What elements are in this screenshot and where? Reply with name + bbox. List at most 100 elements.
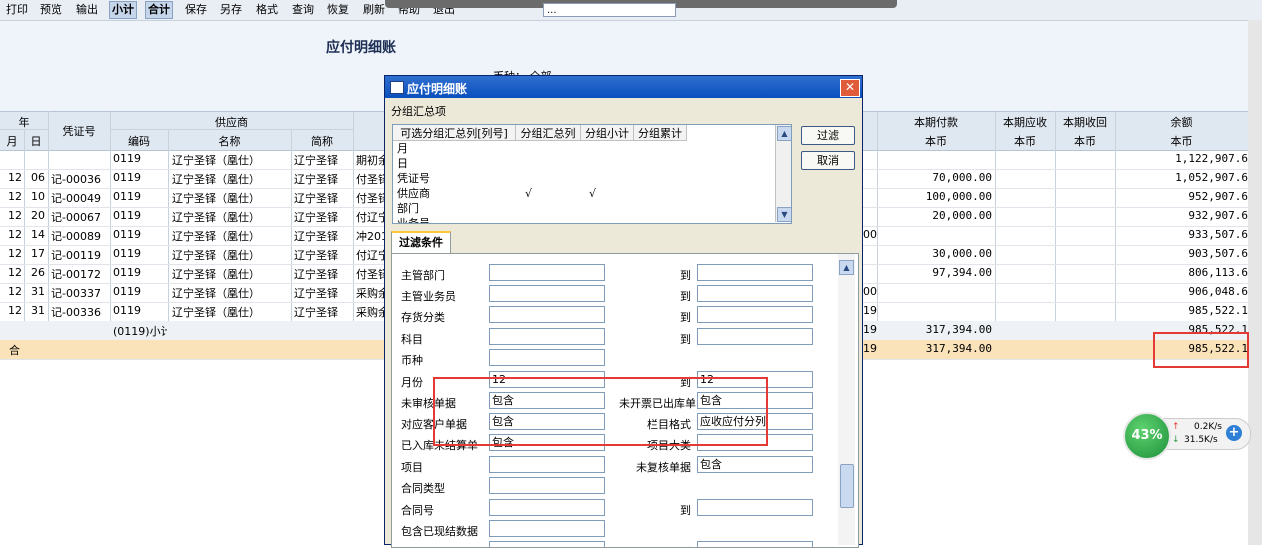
clerk-from-input[interactable] (489, 285, 605, 302)
cell-short: 辽宁圣铎 (294, 192, 338, 205)
cell-code: 0119 (113, 247, 141, 260)
cell-name: 辽宁圣铎（凰仕） (172, 287, 260, 300)
total-button[interactable]: 合计 (145, 1, 173, 19)
cell-balance: 933,507.6 (1188, 228, 1248, 241)
group-col-header: 分组汇总列 (516, 125, 581, 141)
group-col-header: 分组小计 (581, 125, 634, 141)
cell-code: 0119 (113, 171, 141, 184)
subject-to-input[interactable] (697, 328, 813, 345)
highlight-box (433, 377, 768, 446)
settled-select[interactable] (489, 520, 605, 537)
header-received: 本期收回 (1063, 116, 1107, 129)
cell-voucher: 记-00036 (51, 173, 101, 186)
scroll-down-icon[interactable]: ▼ (777, 207, 791, 222)
cell-day: 26 (31, 266, 45, 279)
header-balance: 余额 (1170, 116, 1193, 129)
inv-class-to-input[interactable] (697, 306, 813, 323)
usage-gauge[interactable]: 43% (1123, 412, 1171, 460)
format-button[interactable]: 格式 (254, 2, 280, 18)
cell-day: 17 (31, 247, 45, 260)
cell-name: 辽宁圣铎（凰仕） (172, 173, 260, 186)
print-button[interactable]: 打印 (4, 2, 30, 18)
group-item[interactable]: 部门 (397, 201, 419, 216)
cell-short: 辽宁圣铎 (294, 249, 338, 262)
cell-month: 12 (8, 247, 22, 260)
group-item[interactable]: 日 (397, 156, 408, 171)
label-contract-type: 合同类型 (401, 482, 445, 495)
group-item[interactable]: 月 (397, 141, 408, 156)
subtotal-button[interactable]: 小计 (109, 1, 137, 19)
filter-dialog: 应付明细账 ✕ 分组汇总项 可选分组汇总列[列号] 分组汇总列 分组小计 分组累… (384, 75, 863, 548)
network-monitor[interactable]: ↑ 0.2K/s ↓ 31.5K/s 43% + (1121, 412, 1251, 460)
label-settled: 包含已现结数据 (401, 525, 478, 538)
group-item[interactable]: 凭证号 (397, 171, 430, 186)
cell-balance: 906,048.6 (1188, 285, 1248, 298)
cell-name: 辽宁圣铎（凰仕） (172, 268, 260, 281)
cell-summary: 付圣铎 (356, 268, 384, 281)
cell-extra: 19 (863, 304, 877, 317)
view-combo[interactable]: ... (543, 3, 676, 17)
total-label: 合 (9, 344, 20, 357)
subject-from-input[interactable] (489, 328, 605, 345)
save-as-button[interactable]: 另存 (218, 2, 244, 18)
window-icon (390, 81, 404, 94)
header-year: 年 (18, 116, 30, 129)
header-balance-local: 本币 (1170, 135, 1193, 148)
dept-from-input[interactable] (489, 264, 605, 281)
cell-voucher: 记-00172 (51, 268, 101, 281)
group-list[interactable]: 可选分组汇总列[列号] 分组汇总列 分组小计 分组累计 月 日 凭证号 供应商 … (392, 124, 792, 224)
cell-name: 辽宁圣铎（凰仕） (172, 192, 260, 205)
preview-button[interactable]: 预览 (38, 2, 64, 18)
filter-panel-scrollbar[interactable]: ▲ (838, 254, 855, 545)
cell-extra: 00 (863, 228, 877, 241)
dialog-titlebar[interactable]: 应付明细账 ✕ (385, 76, 862, 98)
cell-day: 06 (31, 171, 45, 184)
label-currency: 币种 (401, 354, 423, 367)
cell-paid: 317,394.00 (925, 323, 992, 336)
cell-month: 12 (8, 266, 22, 279)
scroll-thumb[interactable] (840, 464, 854, 508)
dialog-title: 应付明细账 (407, 82, 468, 96)
contract-no-to-input[interactable] (697, 499, 813, 516)
cell-paid: 70,000.00 (932, 171, 992, 184)
vertical-scrollbar[interactable] (1248, 20, 1262, 545)
restore-button[interactable]: 恢复 (325, 2, 351, 18)
close-icon[interactable]: ✕ (840, 79, 860, 97)
header-payable-local: 本币 (1014, 135, 1036, 148)
group-subtotal-check[interactable]: √ (589, 186, 596, 201)
label-contract-no: 合同号 (401, 504, 434, 517)
contract-no-from-input[interactable] (489, 499, 605, 516)
inv-class-from-input[interactable] (489, 306, 605, 323)
group-list-scrollbar[interactable]: ▲ ▼ (775, 125, 791, 222)
cancel-button[interactable]: 取消 (801, 151, 855, 170)
refresh-button[interactable]: 刷新 (361, 2, 387, 18)
currency-input[interactable] (489, 349, 605, 366)
query-button[interactable]: 查询 (290, 2, 316, 18)
label-item: 项目 (401, 461, 423, 474)
group-col-header: 可选分组汇总列[列号] (393, 125, 516, 141)
unreviewed-select[interactable]: 包含 (697, 456, 813, 473)
group-sum-check[interactable]: √ (525, 186, 532, 201)
scroll-up-icon[interactable]: ▲ (777, 126, 791, 141)
header-month: 月 (6, 135, 18, 148)
cell-month: 12 (8, 304, 22, 317)
tab-filter-conditions[interactable]: 过滤条件 (391, 231, 451, 255)
group-item[interactable]: 供应商 (397, 186, 430, 201)
cell-month: 12 (8, 171, 22, 184)
header-received-local: 本币 (1074, 135, 1096, 148)
contract-type-input[interactable] (489, 477, 605, 494)
group-item[interactable]: 业务员 (397, 216, 430, 223)
item-input[interactable] (489, 456, 605, 473)
cell-month: 12 (8, 285, 22, 298)
label-to: 到 (680, 504, 691, 517)
header-day: 日 (30, 135, 42, 148)
scroll-up-icon[interactable]: ▲ (839, 260, 854, 275)
export-button[interactable]: 输出 (74, 2, 100, 18)
clerk-to-input[interactable] (697, 285, 813, 302)
cell-short: 辽宁圣铎 (294, 154, 338, 167)
filter-button[interactable]: 过滤 (801, 126, 855, 145)
plus-icon[interactable]: + (1226, 425, 1242, 441)
dept-to-input[interactable] (697, 264, 813, 281)
save-button[interactable]: 保存 (183, 2, 209, 18)
cell-name: 辽宁圣铎（凰仕） (172, 249, 260, 262)
